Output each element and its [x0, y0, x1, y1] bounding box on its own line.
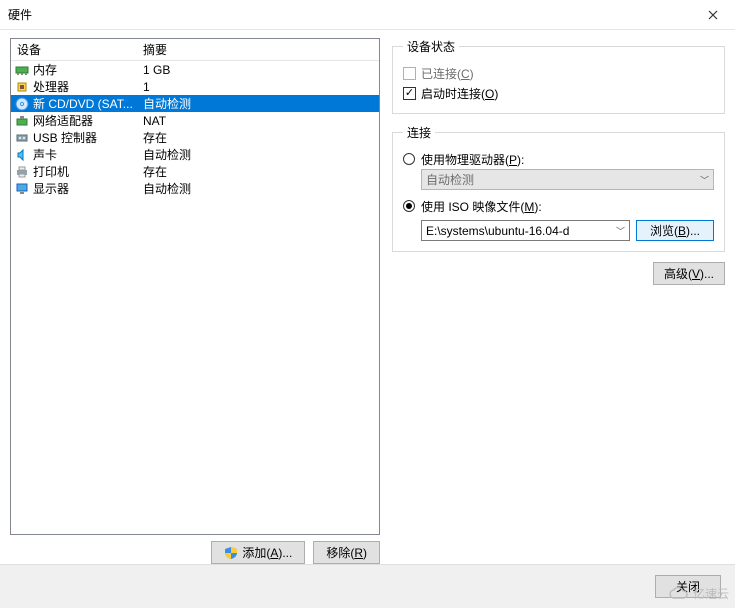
hardware-row[interactable]: 声卡 自动检测 — [11, 146, 379, 163]
hardware-name: 内存 — [33, 61, 57, 78]
hardware-name: 打印机 — [33, 163, 69, 180]
header-device: 设备 — [11, 41, 141, 58]
memory-icon — [15, 63, 29, 77]
chevron-down-icon: ﹀ — [700, 173, 709, 186]
hardware-list-header: 设备 摘要 — [11, 39, 379, 61]
hardware-summary: 存在 — [141, 163, 379, 180]
dialog-footer: 关闭 — [0, 564, 735, 608]
connected-checkbox: 已连接(C) — [403, 63, 714, 83]
hardware-row[interactable]: 显示器 自动检测 — [11, 180, 379, 197]
settings-panel: 设备状态 已连接(C) 启动时连接(O) 连接 使用物理驱动器(P): 自动检测… — [380, 38, 725, 564]
add-hardware-button[interactable]: 添加(A)... — [211, 541, 305, 564]
remove-hardware-button[interactable]: 移除(R) — [313, 541, 380, 564]
use-iso-radio[interactable]: 使用 ISO 映像文件(M): — [403, 196, 714, 216]
device-state-legend: 设备状态 — [403, 38, 459, 55]
cpu-icon — [15, 80, 29, 94]
add-button-label: 添加(A)... — [242, 544, 292, 561]
hardware-row[interactable]: 网络适配器 NAT — [11, 112, 379, 129]
hardware-summary: 自动检测 — [141, 146, 379, 163]
hardware-row[interactable]: 打印机 存在 — [11, 163, 379, 180]
physical-drive-row: 自动检测 ﹀ — [421, 169, 714, 190]
hardware-name: USB 控制器 — [33, 129, 97, 146]
window-title: 硬件 — [8, 6, 32, 23]
device-state-group: 设备状态 已连接(C) 启动时连接(O) — [392, 38, 725, 114]
connected-label: 已连接(C) — [421, 65, 474, 82]
hardware-summary: 自动检测 — [141, 180, 379, 197]
hardware-panel: 设备 摘要 内存1 GB处理器1新 CD/DVD (SAT...自动检测网络适配… — [10, 38, 380, 564]
hardware-summary: NAT — [141, 114, 379, 128]
physical-drive-combo: 自动检测 ﹀ — [421, 169, 714, 190]
hardware-row[interactable]: USB 控制器 存在 — [11, 129, 379, 146]
advanced-button[interactable]: 高级(V)... — [653, 262, 725, 285]
hardware-name: 新 CD/DVD (SAT... — [33, 95, 133, 112]
use-physical-radio[interactable]: 使用物理驱动器(P): — [403, 149, 714, 169]
browse-button[interactable]: 浏览(B)... — [636, 220, 714, 241]
browse-label: 浏览(B)... — [650, 222, 700, 239]
chevron-down-icon: ﹀ — [616, 224, 625, 237]
hardware-summary: 1 — [141, 80, 379, 94]
advanced-label: 高级(V)... — [664, 265, 714, 282]
printer-icon — [15, 165, 29, 179]
connection-group: 连接 使用物理驱动器(P): 自动检测 ﹀ 使用 ISO 映像文件(M): E:… — [392, 124, 725, 252]
iso-path-combo[interactable]: E:\systems\ubuntu-16.04-d ﹀ — [421, 220, 630, 241]
advanced-row: 高级(V)... — [392, 262, 725, 285]
hardware-row[interactable]: 新 CD/DVD (SAT... 自动检测 — [11, 95, 379, 112]
hardware-summary: 自动检测 — [141, 95, 379, 112]
network-icon — [15, 114, 29, 128]
checkbox-icon — [403, 67, 416, 80]
window-close-button[interactable] — [690, 0, 735, 30]
connection-legend: 连接 — [403, 124, 435, 141]
title-bar: 硬件 — [0, 0, 735, 30]
hardware-summary: 1 GB — [141, 63, 379, 77]
hardware-name: 显示器 — [33, 180, 69, 197]
use-physical-label: 使用物理驱动器(P): — [421, 151, 524, 168]
hardware-row[interactable]: 内存 1 GB — [11, 61, 379, 78]
usb-icon — [15, 131, 29, 145]
content-area: 设备 摘要 内存1 GB处理器1新 CD/DVD (SAT...自动检测网络适配… — [0, 30, 735, 564]
close-icon — [708, 10, 718, 20]
checkbox-icon — [403, 87, 416, 100]
physical-drive-value: 自动检测 — [426, 171, 474, 188]
sound-icon — [15, 148, 29, 162]
use-iso-label: 使用 ISO 映像文件(M): — [421, 198, 542, 215]
remove-button-label: 移除(R) — [326, 544, 367, 561]
hardware-summary: 存在 — [141, 129, 379, 146]
hardware-row[interactable]: 处理器 1 — [11, 78, 379, 95]
shield-icon — [224, 546, 238, 560]
connect-poweron-checkbox[interactable]: 启动时连接(O) — [403, 83, 714, 103]
iso-path-value: E:\systems\ubuntu-16.04-d — [426, 224, 569, 238]
hardware-name: 声卡 — [33, 146, 57, 163]
display-icon — [15, 182, 29, 196]
iso-row: E:\systems\ubuntu-16.04-d ﹀ 浏览(B)... — [421, 220, 714, 241]
hardware-list[interactable]: 设备 摘要 内存1 GB处理器1新 CD/DVD (SAT...自动检测网络适配… — [10, 38, 380, 535]
hardware-buttons: 添加(A)... 移除(R) — [10, 535, 380, 564]
cd-icon — [15, 97, 29, 111]
hardware-name: 处理器 — [33, 78, 69, 95]
radio-icon — [403, 153, 415, 165]
close-button[interactable]: 关闭 — [655, 575, 721, 598]
radio-icon — [403, 200, 415, 212]
connect-poweron-label: 启动时连接(O) — [421, 85, 498, 102]
header-summary: 摘要 — [141, 41, 379, 58]
hardware-name: 网络适配器 — [33, 112, 93, 129]
close-label: 关闭 — [676, 578, 700, 595]
